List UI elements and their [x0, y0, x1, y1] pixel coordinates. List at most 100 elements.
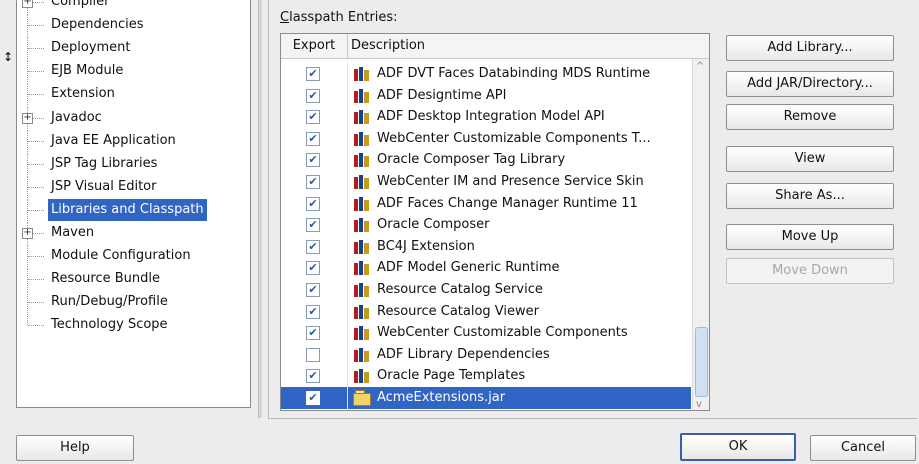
table-vertical-scrollbar[interactable]: ^ v: [692, 59, 709, 410]
expand-toggle-icon[interactable]: +: [22, 0, 33, 8]
move-down-button[interactable]: Move Down: [726, 258, 894, 284]
nav-item[interactable]: Libraries and Classpath: [17, 198, 250, 221]
row-description: Resource Catalog Service: [377, 282, 543, 297]
export-checkbox[interactable]: ✔: [306, 153, 320, 168]
nav-item[interactable]: + Compiler: [17, 0, 250, 13]
move-up-button[interactable]: Move Up: [726, 224, 894, 250]
nav-item[interactable]: JSP Tag Libraries: [17, 152, 250, 175]
table-row[interactable]: ✔ WebCenter IM and Presence Service Skin: [281, 171, 691, 193]
description-column-header[interactable]: Description: [351, 34, 425, 58]
classpath-table: Export Description ✔ ADF DVT Faces Databi…: [280, 33, 710, 411]
export-checkbox[interactable]: ✔: [306, 261, 320, 276]
table-row[interactable]: ✔ ADF Desktop Integration Model API: [281, 106, 691, 129]
export-checkbox[interactable]: ✔: [306, 88, 320, 103]
library-icon: [354, 369, 370, 384]
nav-item[interactable]: Extension: [17, 83, 250, 106]
table-row[interactable]: ✔ BC4J Extension: [281, 235, 691, 258]
nav-item[interactable]: Java EE Application: [17, 129, 250, 152]
table-row[interactable]: ✔ AcmeExtensions.jar: [281, 387, 691, 409]
export-checkbox[interactable]: ✔: [306, 67, 320, 81]
expand-toggle-icon[interactable]: +: [22, 112, 33, 124]
row-description: WebCenter Customizable Components: [377, 325, 628, 341]
table-row[interactable]: ✔ Oracle Composer: [281, 214, 691, 237]
table-row[interactable]: ✔ ADF Model Generic Runtime: [281, 257, 691, 280]
table-row[interactable]: ✔ ADF Designtime API: [281, 84, 691, 107]
nav-item[interactable]: Module Configuration: [17, 245, 250, 268]
panel-splitter[interactable]: [258, 0, 262, 418]
nav-item-label: Module Configuration: [51, 248, 191, 264]
nav-item[interactable]: Dependencies: [17, 14, 250, 37]
export-checkbox[interactable]: ✔: [306, 391, 320, 405]
cancel-button[interactable]: Cancel: [810, 435, 916, 461]
nav-item[interactable]: Run/Debug/Profile: [17, 291, 250, 314]
library-icon: [354, 67, 370, 81]
library-icon: [354, 347, 370, 362]
table-row[interactable]: ✔ WebCenter Customizable Components T...: [281, 127, 691, 150]
add-library-button[interactable]: Add Library...: [726, 35, 894, 61]
row-description: WebCenter IM and Presence Service Skin: [377, 174, 644, 189]
export-column-header[interactable]: Export: [281, 34, 348, 58]
column-divider: [347, 322, 348, 345]
export-checkbox[interactable]: [306, 347, 320, 362]
table-row[interactable]: ADF Library Dependencies: [281, 343, 691, 366]
row-description: Resource Catalog Viewer: [377, 303, 539, 319]
library-icon: [354, 131, 370, 146]
scroll-up-icon[interactable]: ^: [696, 61, 704, 72]
nav-item[interactable]: Deployment: [17, 37, 250, 60]
library-icon: [354, 218, 370, 233]
nav-item[interactable]: EJB Module: [17, 60, 250, 83]
table-row[interactable]: ✔ ADF DVT Faces Databinding MDS Runtime: [281, 63, 691, 85]
library-icon: [354, 326, 370, 341]
export-checkbox[interactable]: ✔: [306, 283, 320, 297]
export-checkbox[interactable]: ✔: [306, 369, 320, 384]
nav-item[interactable]: Technology Scope: [17, 314, 250, 336]
share-as-button[interactable]: Share As...: [726, 183, 894, 209]
library-icon: [354, 110, 370, 125]
nav-item[interactable]: JSP Visual Editor: [17, 175, 250, 198]
scroll-down-icon[interactable]: v: [696, 399, 702, 410]
help-button[interactable]: Help: [16, 435, 134, 461]
add-jar-directory-button[interactable]: Add JAR/Directory...: [726, 71, 894, 97]
row-description: ADF Desktop Integration Model API: [377, 109, 605, 125]
table-row[interactable]: ✔ WebCenter Customizable Components: [281, 322, 691, 345]
table-row[interactable]: ✔ ADF Faces Change Manager Runtime 11: [281, 192, 691, 215]
tree-connector: [28, 71, 44, 73]
table-row[interactable]: ✔ Resource Catalog Viewer: [281, 300, 691, 323]
export-checkbox[interactable]: ✔: [306, 239, 320, 254]
export-checkbox[interactable]: ✔: [306, 304, 320, 319]
nav-item-label: JSP Tag Libraries: [51, 155, 158, 171]
tree-connector: [27, 314, 28, 326]
table-row[interactable]: ✔ Oracle Composer Tag Library: [281, 149, 691, 172]
table-header: Export Description: [281, 34, 709, 59]
table-row[interactable]: ✔ Resource Catalog Service: [281, 279, 691, 301]
export-checkbox[interactable]: ✔: [306, 326, 320, 341]
tree-connector: [28, 163, 44, 165]
library-icon: [354, 304, 370, 319]
row-description: Oracle Composer Tag Library: [377, 152, 566, 168]
nav-item-label: Technology Scope: [51, 317, 168, 333]
row-description: ADF DVT Faces Databinding MDS Runtime: [377, 66, 651, 81]
library-icon: [354, 239, 370, 254]
ok-button[interactable]: OK: [680, 433, 796, 461]
nav-item[interactable]: Resource Bundle: [17, 268, 250, 291]
scrollbar-thumb[interactable]: [695, 327, 708, 397]
view-button[interactable]: View: [726, 146, 894, 172]
tree-connector: [28, 325, 44, 327]
library-icon: [354, 196, 370, 211]
export-checkbox[interactable]: ✔: [306, 218, 320, 233]
remove-button[interactable]: Remove: [726, 104, 894, 130]
column-divider: [347, 192, 348, 215]
export-checkbox[interactable]: ✔: [306, 196, 320, 211]
nav-item-label: JSP Visual Editor: [51, 178, 157, 194]
export-checkbox[interactable]: ✔: [306, 175, 320, 189]
tree-connector: [28, 279, 44, 281]
export-checkbox[interactable]: ✔: [306, 110, 320, 125]
expand-toggle-icon[interactable]: +: [22, 228, 33, 239]
library-icon: [354, 283, 370, 297]
nav-item[interactable]: + Maven: [17, 222, 250, 244]
tree-connector: [28, 48, 44, 50]
export-checkbox[interactable]: ✔: [306, 131, 320, 146]
nav-item-label: Compiler: [51, 0, 110, 9]
nav-item[interactable]: + Javadoc: [17, 106, 250, 129]
table-row[interactable]: ✔ Oracle Page Templates: [281, 365, 691, 388]
